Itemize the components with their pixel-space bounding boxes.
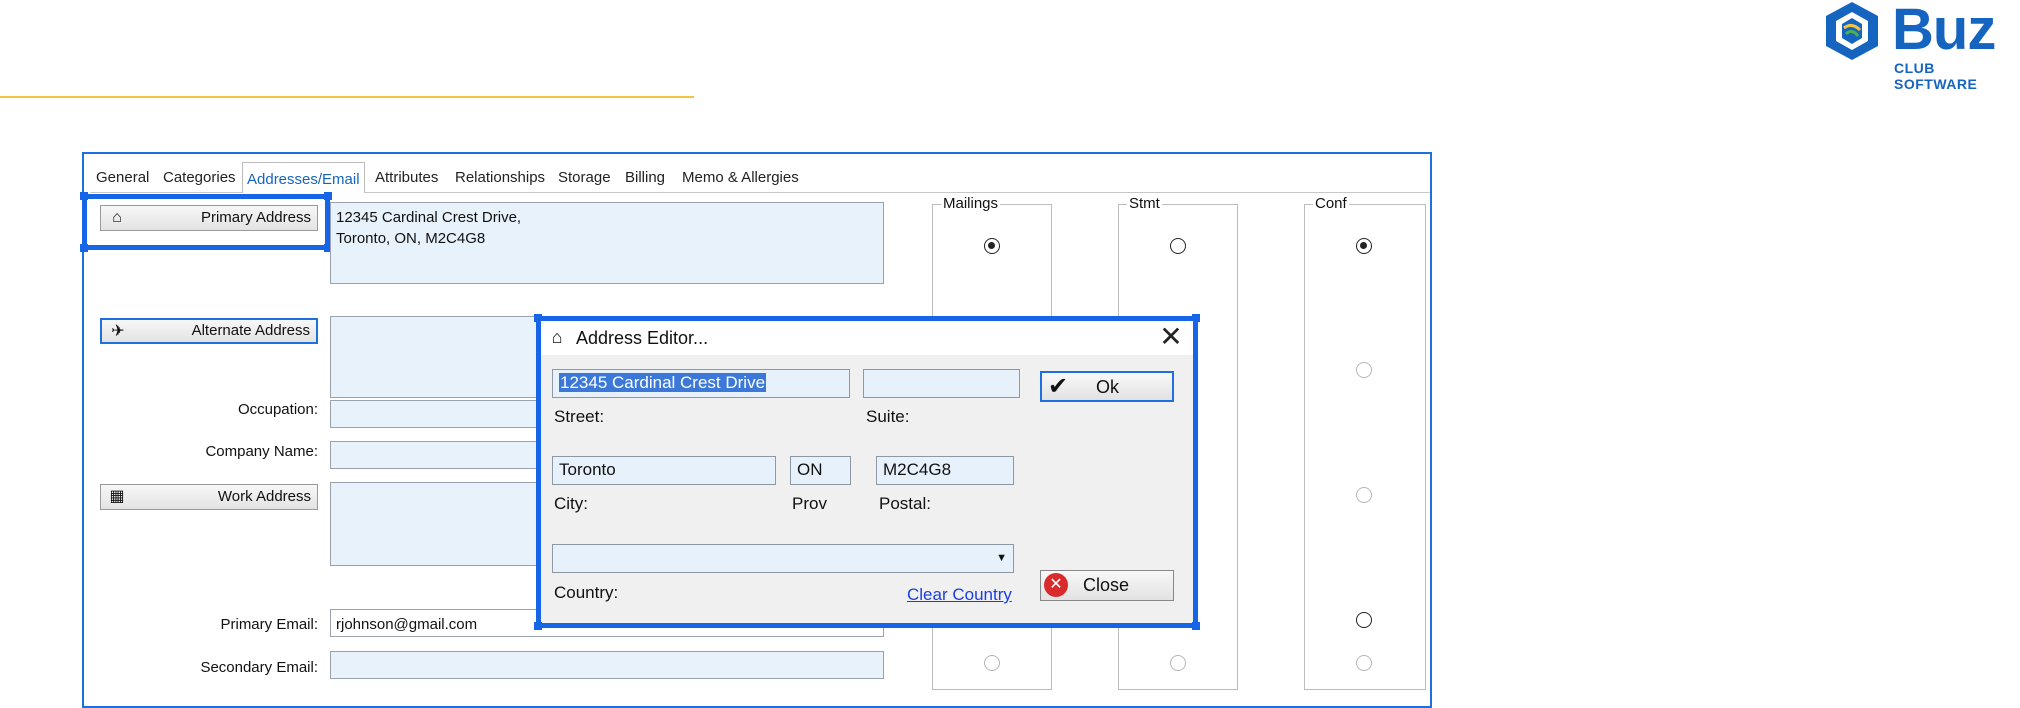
secondary-mailings-radio[interactable] <box>984 655 1000 671</box>
email-conf-radio[interactable] <box>1356 612 1372 628</box>
prov-label: Prov <box>792 494 827 513</box>
secondary-stmt-radio[interactable] <box>1170 655 1186 671</box>
tab-memo-allergies[interactable]: Memo & Allergies <box>682 164 799 192</box>
city-value: Toronto <box>559 460 616 479</box>
city-label: City: <box>554 494 588 513</box>
secondary-email-label: Secondary Email: <box>200 659 318 676</box>
header-divider <box>0 96 694 98</box>
country-label: Country: <box>554 583 619 602</box>
primary-mailings-radio[interactable] <box>984 238 1000 254</box>
alternate-address-button-label: Alternate Address <box>191 322 310 339</box>
country-dropdown[interactable]: ▼ <box>552 544 1014 573</box>
house-icon: ⌂ <box>112 209 122 226</box>
chevron-down-icon[interactable]: ▼ <box>996 545 1007 571</box>
street-label: Street: <box>554 407 605 426</box>
primary-address-box[interactable]: 12345 Cardinal Crest Drive, Toronto, ON,… <box>330 202 884 284</box>
primary-email-label: Primary Email: <box>220 616 318 633</box>
secondary-conf-radio[interactable] <box>1356 655 1372 671</box>
house-icon: ⌂ <box>551 327 563 347</box>
postal-label: Postal: <box>879 494 931 513</box>
primary-address-button[interactable]: ⌂ Primary Address <box>100 205 318 231</box>
secondary-email-field[interactable] <box>330 651 884 679</box>
plane-icon: ✈ <box>111 323 125 340</box>
city-field[interactable]: Toronto <box>552 456 776 485</box>
close-icon[interactable]: ✕ <box>1156 321 1186 353</box>
primary-email-value: rjohnson@gmail.com <box>336 616 478 633</box>
ok-button-label: Ok <box>1096 377 1120 397</box>
street-value: 12345 Cardinal Crest Drive <box>559 373 767 392</box>
prov-field[interactable]: ON <box>790 456 851 485</box>
primary-address-line2: Toronto, ON, M2C4G8 <box>336 230 486 247</box>
mailings-group-title: Mailings <box>941 195 1001 212</box>
primary-stmt-radio[interactable] <box>1170 238 1186 254</box>
tab-categories[interactable]: Categories <box>163 164 236 192</box>
conf-group: Conf <box>1304 195 1426 690</box>
prov-value: ON <box>797 460 823 479</box>
tab-general[interactable]: General <box>96 164 149 192</box>
building-icon: ▦ <box>109 488 125 505</box>
stmt-group-title: Stmt <box>1127 195 1162 212</box>
work-address-button-label: Work Address <box>217 488 311 505</box>
tab-attributes[interactable]: Attributes <box>375 164 438 192</box>
postal-value: M2C4G8 <box>883 460 952 479</box>
close-button[interactable]: ✕ Close <box>1040 570 1174 601</box>
tab-billing[interactable]: Billing <box>625 164 665 192</box>
red-x-icon: ✕ <box>1044 573 1068 597</box>
dialog-title: Address Editor... <box>576 328 709 348</box>
conf-group-title: Conf <box>1313 195 1349 212</box>
checkmark-icon: ✔ <box>1048 373 1069 400</box>
work-address-button[interactable]: ▦ Work Address <box>100 484 318 510</box>
company-name-label: Company Name: <box>205 443 318 460</box>
tab-storage[interactable]: Storage <box>558 164 611 192</box>
street-field[interactable]: 12345 Cardinal Crest Drive <box>552 369 850 398</box>
suite-field[interactable] <box>863 369 1020 398</box>
primary-address-button-label: Primary Address <box>200 209 311 226</box>
suite-label: Suite: <box>866 407 910 426</box>
alternate-conf-radio[interactable] <box>1356 362 1372 378</box>
primary-address-line1: 12345 Cardinal Crest Drive, <box>336 209 522 226</box>
clear-country-link[interactable]: Clear Country <box>907 585 1012 605</box>
logo-wordmark: Buz <box>1892 0 1996 62</box>
tab-addresses-email[interactable]: Addresses/Email <box>242 162 365 193</box>
close-button-label: Close <box>1083 575 1130 595</box>
tab-relationships[interactable]: Relationships <box>455 164 545 192</box>
occupation-label: Occupation: <box>237 401 318 418</box>
alternate-address-button[interactable]: ✈ Alternate Address <box>100 318 318 344</box>
tab-strip: General Categories Addresses/Email Attri… <box>88 162 1428 193</box>
ok-button[interactable]: ✔ Ok <box>1040 371 1174 402</box>
postal-field[interactable]: M2C4G8 <box>876 456 1014 485</box>
logo-subtitle: CLUB SOFTWARE <box>1894 60 1978 92</box>
primary-conf-radio[interactable] <box>1356 238 1372 254</box>
work-conf-radio[interactable] <box>1356 487 1372 503</box>
